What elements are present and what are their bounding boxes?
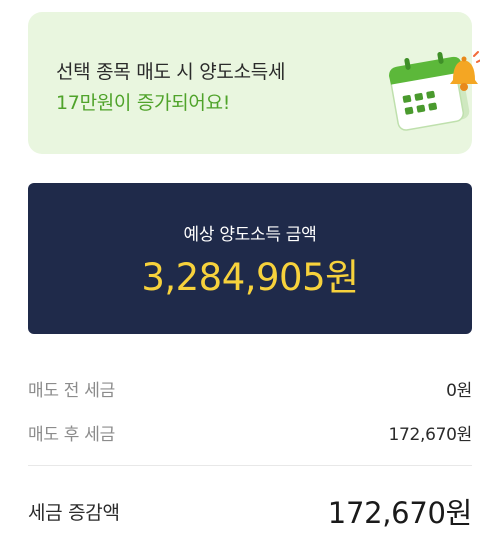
- tax-before-sale-label: 매도 전 세금: [28, 381, 115, 401]
- tax-after-sale-value: 172,670원: [388, 425, 472, 445]
- estimated-gains-label: 예상 양도소득 금액: [183, 225, 317, 245]
- tax-increase-notice-card: 선택 종목 매도 시 양도소득세 17만원이 증가되어요!: [28, 12, 480, 154]
- estimated-capital-gains-card: 예상 양도소득 금액 3,284,905원: [28, 183, 472, 334]
- tax-before-sale-value: 0원: [446, 381, 472, 401]
- notice-message: 선택 종목 매도 시 양도소득세: [56, 61, 286, 83]
- divider: [28, 465, 472, 466]
- tax-change-value: 172,670원: [327, 496, 473, 530]
- notice-increase-amount: 17만원이 증가되어요!: [56, 92, 231, 114]
- tax-after-sale-label: 매도 후 세금: [28, 425, 115, 445]
- calendar-bell-icon: [389, 51, 480, 131]
- tax-summary-page: 선택 종목 매도 시 양도소득세 17만원이 증가되어요! 예상 양도소득 금액…: [0, 0, 500, 537]
- estimated-gains-value: 3,284,905원: [141, 256, 359, 299]
- tax-change-label: 세금 증감액: [28, 502, 120, 524]
